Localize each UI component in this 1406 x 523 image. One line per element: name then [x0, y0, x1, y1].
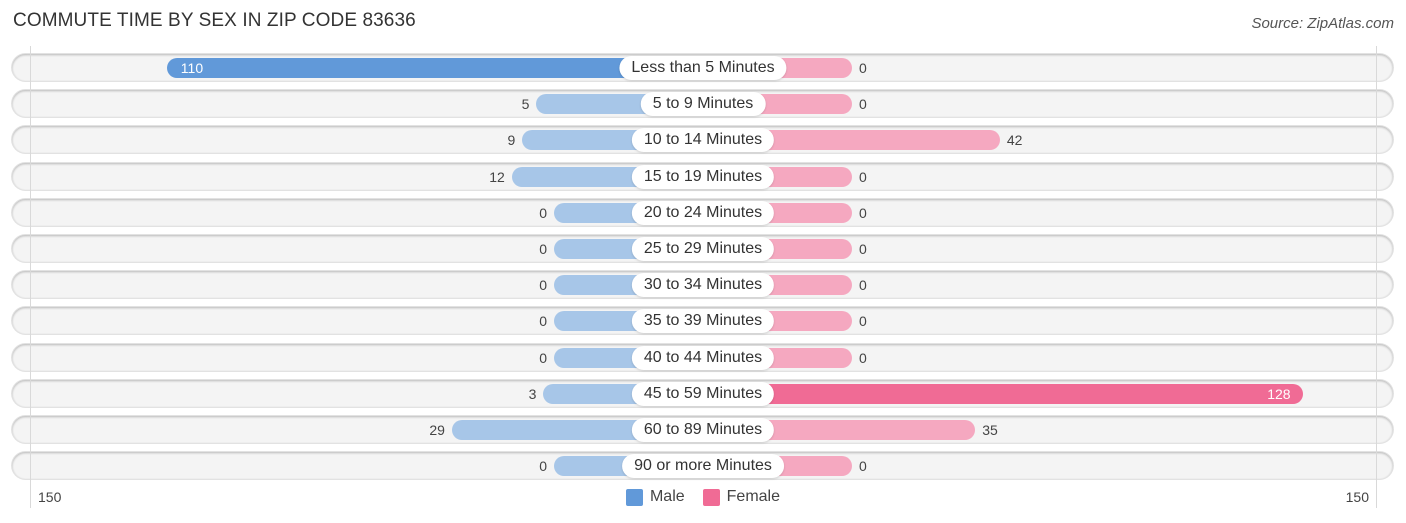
category-label: 10 to 14 Minutes: [631, 128, 775, 153]
value-label-female: 0: [859, 458, 867, 475]
category-label: Less than 5 Minutes: [619, 56, 787, 80]
category-label: 30 to 34 Minutes: [631, 273, 775, 298]
legend: Male Female: [0, 488, 1406, 506]
value-label-female: 35: [982, 422, 998, 438]
value-label-male: 0: [539, 458, 547, 475]
value-label-female: 0: [859, 277, 867, 294]
legend-swatch-female: [702, 488, 720, 506]
legend-label-male: Male: [649, 488, 685, 505]
category-label: 20 to 24 Minutes: [631, 200, 775, 225]
value-label-female: 128: [1267, 385, 1291, 402]
axis-line-right: [1376, 46, 1377, 508]
category-label: 25 to 29 Minutes: [631, 237, 775, 261]
value-label-male: 110: [180, 60, 204, 76]
value-label-male: 0: [539, 277, 547, 294]
value-label-male: 5: [521, 96, 530, 113]
value-label-male: 0: [539, 349, 547, 366]
category-label: 90 or more Minutes: [622, 454, 784, 479]
value-label-male: 29: [429, 422, 445, 438]
category-label: 45 to 59 Minutes: [631, 381, 775, 406]
category-label: 15 to 19 Minutes: [631, 164, 775, 189]
value-label-female: 0: [859, 60, 867, 76]
category-label: 5 to 9 Minutes: [640, 92, 766, 117]
legend-item-male[interactable]: Male: [625, 488, 685, 506]
value-label-male: 0: [539, 241, 547, 257]
legend-item-female[interactable]: Female: [702, 488, 781, 506]
category-label: 60 to 89 Minutes: [631, 418, 775, 442]
category-label: 40 to 44 Minutes: [631, 345, 775, 370]
value-label-male: 0: [539, 313, 547, 330]
chart-area: 110 0 Less than 5 Minutes 5 0 5 to 9 Minutes 9…: [0, 0, 1406, 523]
legend-label-female: Female: [726, 488, 781, 505]
value-label-male: 12: [489, 168, 505, 185]
legend-swatch-male: [625, 488, 643, 506]
value-label-male: 9: [507, 132, 516, 149]
category-label: 35 to 39 Minutes: [631, 309, 775, 334]
value-label-female: 0: [859, 96, 867, 113]
value-label-female: 0: [859, 313, 867, 330]
value-label-male: 3: [528, 385, 537, 402]
value-label-female: 0: [859, 349, 867, 366]
value-label-female: 42: [1006, 132, 1023, 149]
value-label-female: 0: [859, 204, 867, 221]
value-label-male: 0: [539, 204, 547, 221]
value-label-female: 0: [859, 241, 867, 257]
bar-female[interactable]: [703, 383, 1303, 404]
axis-line-left: [30, 46, 31, 508]
value-label-female: 0: [859, 168, 867, 185]
